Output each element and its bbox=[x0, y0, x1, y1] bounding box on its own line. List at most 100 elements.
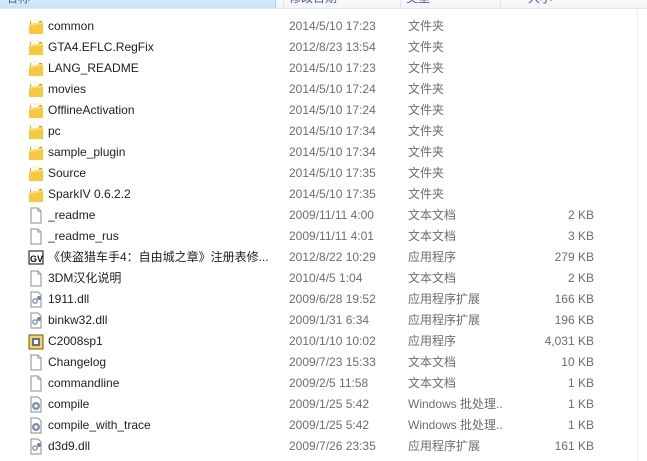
file-name: commandline bbox=[48, 376, 120, 390]
file-row[interactable]: LANG_README 2014/5/10 17:23 文件夹 bbox=[0, 58, 647, 79]
file-modified-date: 2012/8/22 10:29 bbox=[289, 250, 376, 264]
file-type: 文本文档 bbox=[408, 271, 457, 285]
file-row[interactable]: common 2014/5/10 17:23 文件夹 bbox=[0, 16, 647, 37]
file-size: 1 KB bbox=[567, 397, 594, 411]
file-size bbox=[505, 142, 594, 163]
file-size bbox=[505, 58, 594, 79]
file-name: sample_plugin bbox=[48, 145, 126, 159]
file-row[interactable]: _readme_rus 2009/11/11 4:01 文本文档 3 KB bbox=[0, 226, 647, 247]
file-row[interactable]: sample_plugin 2014/5/10 17:34 文件夹 bbox=[0, 142, 647, 163]
svg-text:GV: GV bbox=[30, 254, 43, 264]
file-type: 文件夹 bbox=[408, 19, 445, 33]
column-header-size[interactable]: 大小 bbox=[500, 0, 600, 8]
folder-icon bbox=[28, 165, 44, 182]
file-size: 1 KB bbox=[567, 418, 594, 432]
file-row[interactable]: d3d9.dll 2009/7/26 23:35 应用程序扩展 161 KB bbox=[0, 436, 647, 457]
folder-icon bbox=[28, 102, 44, 119]
folder-icon bbox=[28, 123, 44, 140]
file-name: 1911.dll bbox=[48, 292, 90, 306]
file-type: 应用程序扩展 bbox=[408, 313, 481, 327]
file-type: 文件夹 bbox=[408, 145, 445, 159]
file-name: SparkIV 0.6.2.2 bbox=[48, 187, 131, 201]
file-row[interactable]: Source 2014/5/10 17:35 文件夹 bbox=[0, 163, 647, 184]
file-modified-date: 2014/5/10 17:24 bbox=[289, 103, 376, 117]
file-type: 文件夹 bbox=[408, 187, 445, 201]
file-row[interactable]: commandline 2009/2/5 11:58 文本文档 1 KB bbox=[0, 373, 647, 394]
file-row[interactable]: GV 《侠盗猎车手4：自由城之章》注册表修... 2012/8/22 10:29 应用… bbox=[0, 247, 647, 268]
file-row[interactable]: _readme 2009/11/11 4:00 文本文档 2 KB bbox=[0, 205, 647, 226]
file-row[interactable]: SparkIV 0.6.2.2 2014/5/10 17:35 文件夹 bbox=[0, 184, 647, 205]
file-name: compile_with_trace bbox=[48, 418, 151, 432]
file-modified-date: 2014/5/10 17:35 bbox=[289, 187, 376, 201]
file-size: 161 KB bbox=[554, 439, 594, 453]
file-row[interactable]: compile_with_trace 2009/1/25 5:42 Windows … bbox=[0, 415, 647, 436]
file-name: _readme bbox=[48, 208, 96, 222]
file-name: common bbox=[48, 19, 95, 33]
dll-file-icon bbox=[28, 312, 44, 329]
file-size bbox=[505, 79, 594, 100]
file-name: movies bbox=[48, 82, 87, 96]
folder-icon bbox=[28, 18, 44, 35]
text-file-icon bbox=[28, 270, 44, 287]
file-size: 4,031 KB bbox=[544, 334, 594, 348]
file-type: 文本文档 bbox=[408, 208, 457, 222]
batch-file-icon bbox=[28, 417, 44, 434]
file-row[interactable]: OfflineActivation 2014/5/10 17:24 文件夹 bbox=[0, 100, 647, 121]
file-size bbox=[505, 16, 594, 37]
installer-icon bbox=[28, 333, 44, 350]
file-modified-date: 2009/7/26 23:35 bbox=[289, 439, 376, 453]
column-header-date[interactable]: 修改日期 bbox=[283, 0, 399, 8]
file-modified-date: 2009/11/11 4:00 bbox=[289, 208, 374, 222]
file-row[interactable]: GTA4.EFLC.RegFix 2012/8/23 13:54 文件夹 bbox=[0, 37, 647, 58]
file-size bbox=[505, 100, 594, 121]
folder-icon bbox=[28, 81, 44, 98]
file-type: 文本文档 bbox=[408, 229, 457, 243]
file-size: 3 KB bbox=[567, 229, 594, 243]
file-name: LANG_README bbox=[48, 61, 139, 75]
file-row[interactable]: compile 2009/1/25 5:42 Windows 批处理... 1 KB bbox=[0, 394, 647, 415]
text-file-icon bbox=[28, 354, 44, 371]
file-modified-date: 2009/1/25 5:42 bbox=[289, 397, 370, 411]
file-modified-date: 2014/5/10 17:35 bbox=[289, 166, 376, 180]
file-type: Windows 批处理... bbox=[408, 418, 503, 432]
file-size: 1 KB bbox=[567, 376, 594, 390]
file-name: Changelog bbox=[48, 355, 107, 369]
file-type: 应用程序扩展 bbox=[408, 292, 481, 306]
file-modified-date: 2009/7/23 15:33 bbox=[289, 355, 376, 369]
file-row[interactable]: pc 2014/5/10 17:34 文件夹 bbox=[0, 121, 647, 142]
exe-app-icon: GV bbox=[28, 249, 44, 266]
column-header-type[interactable]: 类型 bbox=[400, 0, 500, 8]
file-size: 10 KB bbox=[561, 355, 594, 369]
column-header-name[interactable]: 名称 bbox=[0, 0, 276, 8]
file-type: 应用程序 bbox=[408, 250, 457, 264]
file-name: compile bbox=[48, 397, 90, 411]
file-row[interactable]: binkw32.dll 2009/1/31 6:34 应用程序扩展 196 KB bbox=[0, 310, 647, 331]
file-modified-date: 2009/2/5 11:58 bbox=[289, 376, 369, 390]
file-size: 166 KB bbox=[554, 292, 594, 306]
file-name: OfflineActivation bbox=[48, 103, 135, 117]
file-row[interactable]: C2008sp1 2010/1/10 10:02 应用程序 4,031 KB bbox=[0, 331, 647, 352]
folder-icon bbox=[28, 60, 44, 77]
folder-icon bbox=[28, 144, 44, 161]
file-modified-date: 2010/1/10 10:02 bbox=[289, 334, 376, 348]
file-modified-date: 2014/5/10 17:34 bbox=[289, 145, 376, 159]
file-type: 文件夹 bbox=[408, 166, 445, 180]
file-row[interactable]: 3DM汉化说明 2010/4/5 1:04 文本文档 2 KB bbox=[0, 268, 647, 289]
file-row[interactable]: movies 2014/5/10 17:24 文件夹 bbox=[0, 79, 647, 100]
file-size: 196 KB bbox=[554, 313, 594, 327]
file-size: 279 KB bbox=[554, 250, 594, 264]
file-modified-date: 2009/11/11 4:01 bbox=[289, 229, 374, 243]
file-type: 文件夹 bbox=[408, 103, 445, 117]
file-type: 文件夹 bbox=[408, 61, 445, 75]
file-name: Source bbox=[48, 166, 87, 180]
file-modified-date: 2009/1/25 5:42 bbox=[289, 418, 370, 432]
folder-icon bbox=[28, 39, 44, 56]
text-file-icon bbox=[28, 375, 44, 392]
file-name: 3DM汉化说明 bbox=[48, 271, 122, 285]
file-size bbox=[505, 163, 594, 184]
text-file-icon bbox=[28, 207, 44, 224]
file-row[interactable]: Changelog 2009/7/23 15:33 文本文档 10 KB bbox=[0, 352, 647, 373]
file-row[interactable]: 1911.dll 2009/6/28 19:52 应用程序扩展 166 KB bbox=[0, 289, 647, 310]
batch-file-icon bbox=[28, 396, 44, 413]
file-size bbox=[505, 37, 594, 58]
